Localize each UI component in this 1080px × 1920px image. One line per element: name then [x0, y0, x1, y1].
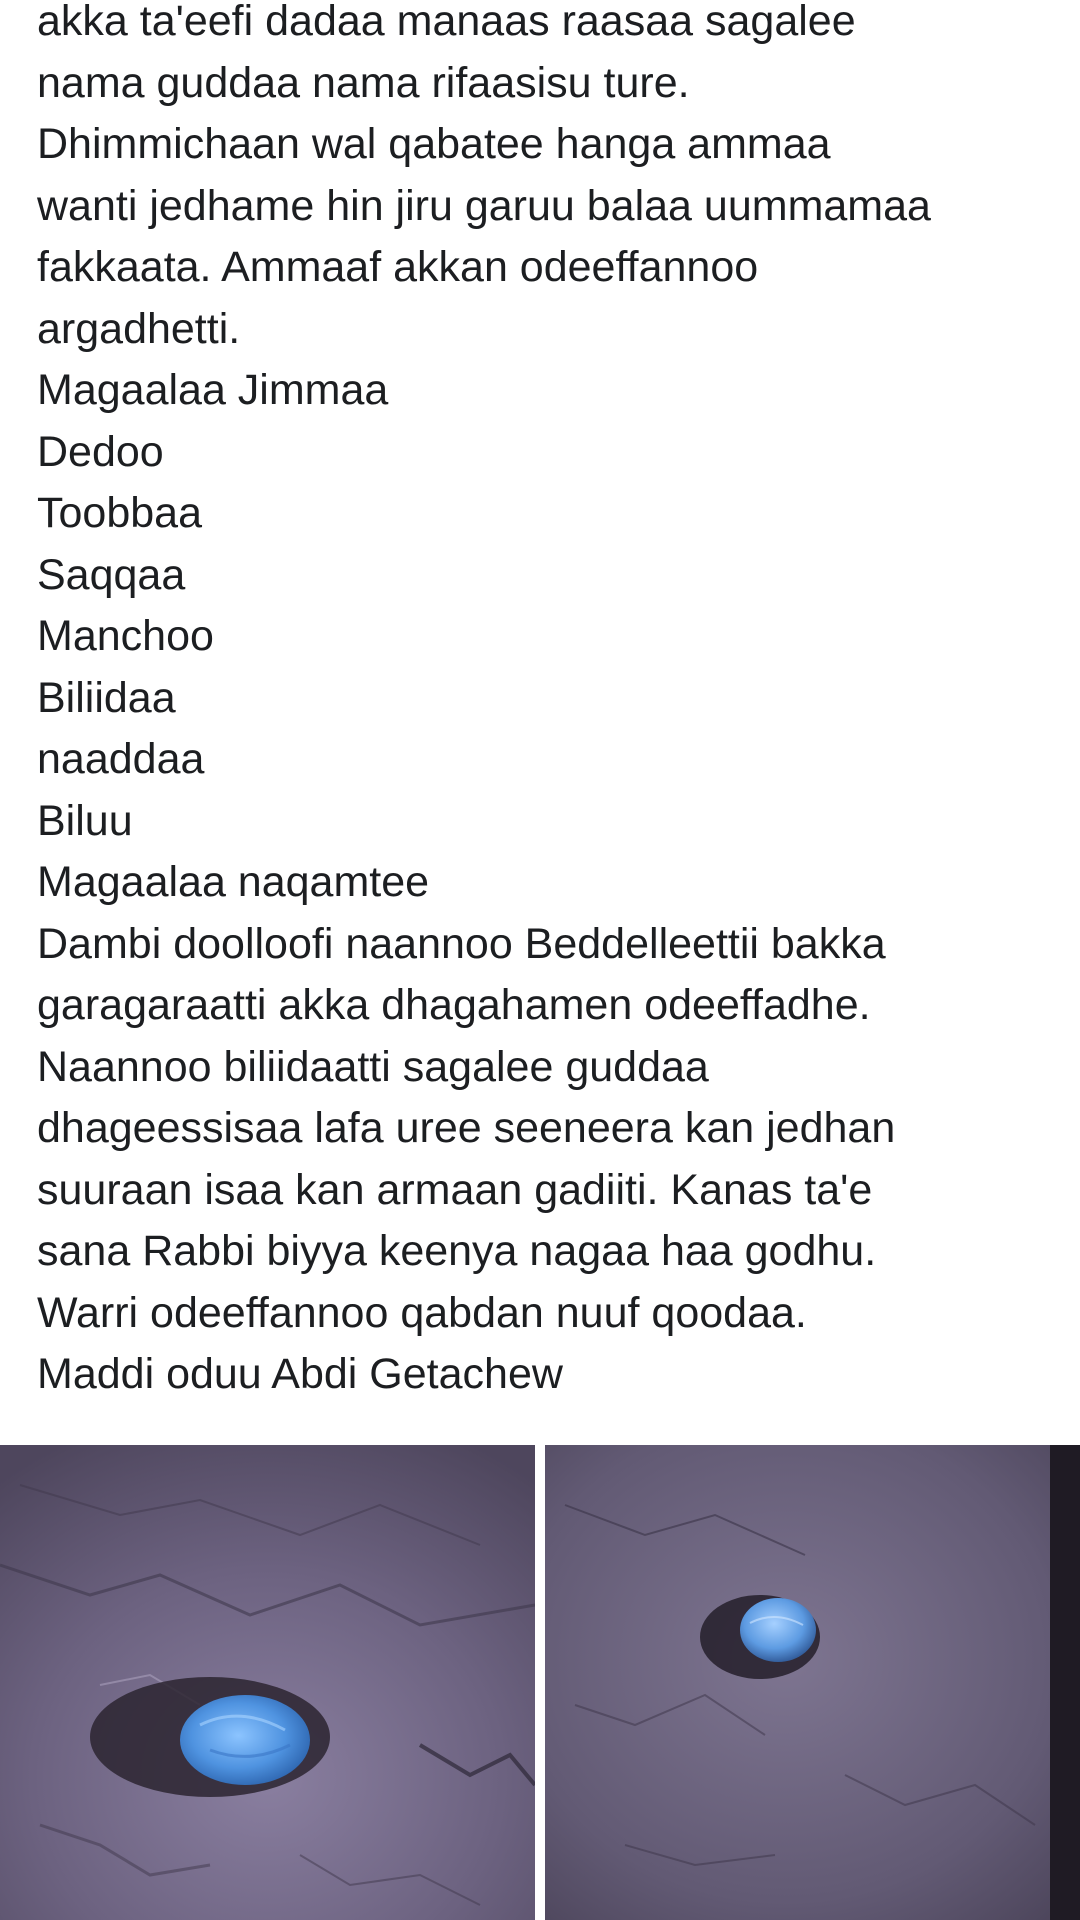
post-text-line: fakkaata. Ammaaf akkan odeeffannoo [37, 243, 759, 291]
post-text-line: Dedoo [37, 427, 164, 476]
post-text-line: Toobbaa [37, 489, 202, 537]
photo-soil-hole-image [0, 1445, 535, 1920]
post-text: akka ta'eefi dadaa manaas raasaa sagalee… [37, 0, 1060, 1406]
post-text-line: nama guddaa nama rifaasisu ture. [37, 58, 690, 107]
post-text-line: Magaalaa Jimmaa [37, 366, 389, 414]
post-text-line: Dambi doolloofi naannoo Beddelleettii ba… [37, 919, 886, 968]
post-text-line: akka ta'eefi dadaa manaas raasaa sagalee [37, 0, 856, 45]
post-text-line: suuraan isaa kan armaan gadiiti. Kanas t… [37, 1165, 873, 1214]
post-text-line: Saqqaa [37, 550, 186, 599]
photo-grid [0, 1445, 1080, 1920]
post-text-line: Biliidaa [37, 673, 176, 722]
photo-left[interactable] [0, 1445, 535, 1920]
photo-right[interactable] [545, 1445, 1080, 1920]
post-text-line: sana Rabbi biyya keenya nagaa haa godhu. [37, 1227, 877, 1275]
post-text-line: Dhimmichaan wal qabatee hanga ammaa [37, 120, 831, 168]
photo-soil-hole-image [545, 1445, 1080, 1920]
post-body: akka ta'eefi dadaa manaas raasaa sagalee… [0, 0, 1080, 1445]
post-text-line: Magaalaa naqamtee [37, 858, 430, 906]
post-text-line: Warri odeeffannoo qabdan nuuf qoodaa. [37, 1288, 807, 1337]
post-text-line: naaddaa [37, 735, 205, 783]
post-text-line: wanti jedhame hin jiru garuu balaa uumma… [37, 181, 931, 230]
post-text-line: Maddi oduu Abdi Getachew [37, 1350, 563, 1398]
post-text-line: Manchoo [37, 612, 214, 660]
post-text-line: garagaraatti akka dhagahamen odeeffadhe. [37, 981, 871, 1029]
post-text-line: argadhetti. [37, 304, 241, 353]
post-text-line: Biluu [37, 796, 133, 845]
post-text-line: dhageessisaa lafa uree seeneera kan jedh… [37, 1104, 896, 1152]
post-text-line: Naannoo biliidaatti sagalee guddaa [37, 1042, 709, 1091]
